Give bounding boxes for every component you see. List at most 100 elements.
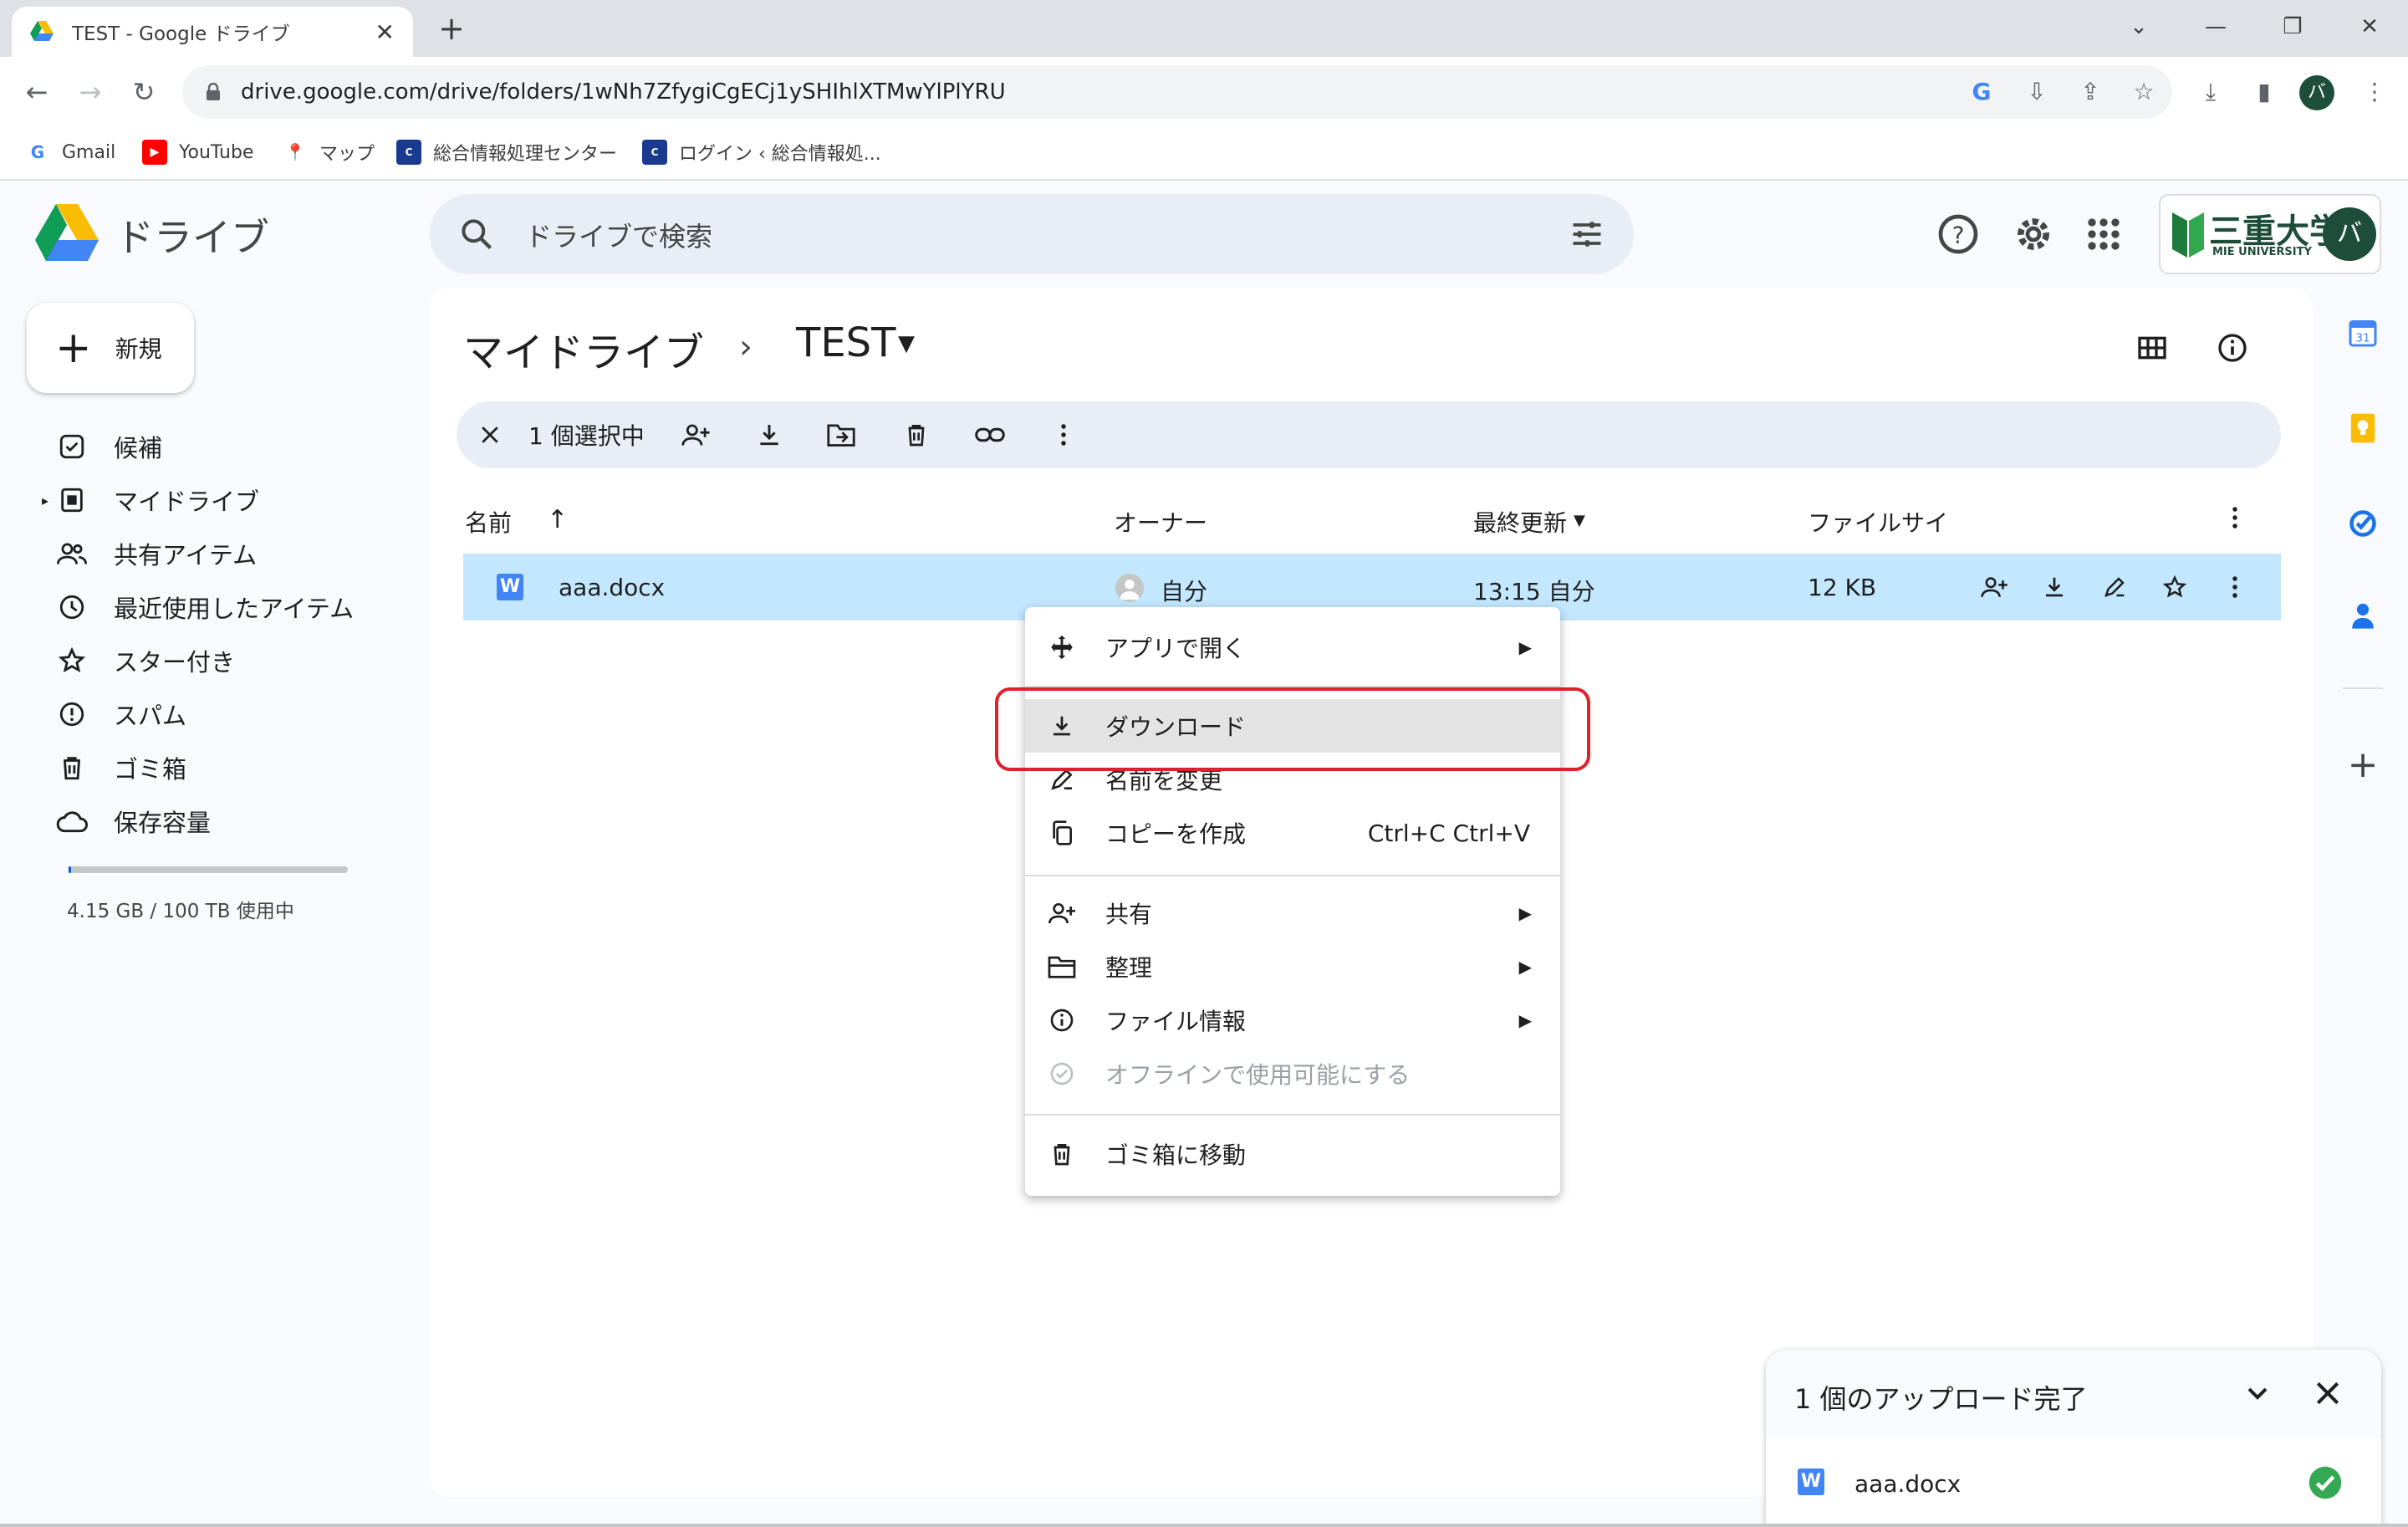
row-more-icon[interactable]	[2217, 569, 2252, 605]
tasks-icon[interactable]	[2344, 505, 2381, 542]
bookmark-maps[interactable]: 📍 マップ	[283, 137, 375, 167]
menu-shortcut: Ctrl+C Ctrl+V	[1367, 819, 1530, 847]
new-button[interactable]: + 新規	[27, 303, 194, 393]
bookmark-star-icon[interactable]: ☆	[2129, 77, 2159, 107]
help-icon[interactable]: ?	[1935, 211, 1982, 258]
tab-close-icon[interactable]: ✕	[375, 18, 395, 46]
modified-caret-icon[interactable]: ▼	[1574, 512, 1585, 529]
settings-gear-icon[interactable]	[2010, 211, 2057, 258]
downloads-icon[interactable]: ⤓	[2196, 77, 2226, 107]
search-placeholder: ドライブで検索	[525, 221, 713, 253]
menu-label: アプリで開く	[1105, 635, 1247, 662]
file-name[interactable]: aaa.docx	[559, 574, 665, 601]
drive-search-input[interactable]: ドライブで検索	[430, 194, 1634, 274]
side-panel-icon[interactable]: ▮	[2249, 77, 2279, 107]
copy-icon	[1045, 816, 1079, 850]
trash-icon[interactable]	[898, 416, 935, 453]
column-modified[interactable]: 最終更新	[1473, 505, 1567, 539]
bookmark-gmail[interactable]: G Gmail	[25, 137, 115, 167]
contacts-icon[interactable]	[2344, 597, 2381, 634]
move-icon[interactable]	[823, 416, 860, 453]
add-addon-icon[interactable]: +	[2344, 743, 2381, 786]
bookmark-youtube[interactable]: ▶ YouTube	[142, 137, 253, 167]
collapse-chevron-icon[interactable]	[2241, 1376, 2274, 1410]
apps-grid-icon[interactable]	[2080, 211, 2127, 258]
bookmark-login[interactable]: C ログイン ‹ 総合情報処...	[642, 137, 881, 167]
word-doc-icon: W	[1798, 1468, 1824, 1495]
calendar-icon[interactable]: 31	[2344, 314, 2381, 351]
account-avatar[interactable]: バ	[2323, 207, 2376, 261]
row-rename-icon[interactable]	[2097, 569, 2132, 605]
share-person-add-icon[interactable]	[677, 416, 714, 453]
back-button[interactable]: ←	[18, 74, 55, 110]
new-tab-button[interactable]: +	[435, 10, 468, 47]
selection-toolbar	[457, 401, 2281, 468]
nav-item-my-drive[interactable]: ▸ マイドライブ	[37, 477, 388, 523]
column-owner[interactable]: オーナー	[1114, 505, 1207, 539]
selection-count: 1 個選択中	[528, 422, 645, 450]
nav-item-spam[interactable]: スパム	[37, 691, 388, 738]
new-button-label: 新規	[115, 335, 162, 363]
menu-item-copy[interactable]: コピーを作成 Ctrl+C Ctrl+V	[1025, 806, 1560, 860]
breadcrumb-root[interactable]: マイドライブ	[463, 319, 704, 378]
chrome-menu-icon[interactable]: ⋮	[2360, 77, 2390, 107]
bookmark-label: 総合情報処理センター	[433, 144, 618, 165]
nav-item-starred[interactable]: スター付き	[37, 637, 388, 684]
more-actions-icon[interactable]	[1045, 416, 1082, 453]
uploaded-file-name[interactable]: aaa.docx	[1854, 1470, 1961, 1498]
bookmark-center[interactable]: C 総合情報処理センター	[396, 137, 617, 167]
row-star-icon[interactable]	[2157, 569, 2192, 605]
menu-item-organize[interactable]: 整理 ▶	[1025, 940, 1560, 993]
nav-item-shared[interactable]: 共有アイテム	[37, 530, 388, 577]
nav-item-recent[interactable]: 最近使用したアイテム	[37, 584, 388, 631]
menu-item-file-info[interactable]: ファイル情報 ▶	[1025, 993, 1560, 1047]
address-bar[interactable]: drive.google.com/drive/folders/1wNh7Zfyg…	[182, 65, 2172, 119]
tab-search-icon[interactable]: ⌄	[2115, 8, 2162, 45]
nav-item-suggested[interactable]: 候補	[37, 423, 388, 470]
nav-label: ゴミ箱	[114, 755, 187, 784]
share-icon	[1045, 896, 1079, 930]
close-window-button[interactable]: ✕	[2346, 8, 2393, 45]
clear-selection-icon[interactable]	[472, 416, 508, 453]
restore-button[interactable]: ❐	[2269, 8, 2316, 45]
folder-menu-caret-icon[interactable]: ▼	[898, 331, 915, 356]
forward-button[interactable]: →	[72, 74, 109, 110]
install-app-icon[interactable]: ⇩	[2022, 77, 2052, 107]
share-page-icon[interactable]: ⇪	[2075, 77, 2105, 107]
organize-icon	[1045, 950, 1079, 983]
nav-item-trash[interactable]: ゴミ箱	[37, 744, 388, 791]
menu-item-open-with[interactable]: アプリで開く ▶	[1025, 621, 1560, 674]
column-size[interactable]: ファイルサイ	[1808, 505, 1948, 539]
row-share-icon[interactable]	[1977, 569, 2012, 605]
drive-app-name[interactable]: ドライブ	[115, 207, 269, 263]
column-name[interactable]: 名前	[465, 505, 512, 539]
reload-button[interactable]: ↻	[125, 74, 162, 110]
sort-ascending-icon[interactable]: ↑	[547, 505, 568, 534]
search-options-icon[interactable]	[1569, 216, 1605, 253]
menu-item-share[interactable]: 共有 ▶	[1025, 886, 1560, 940]
close-upload-panel-icon[interactable]	[2311, 1376, 2344, 1410]
link-icon[interactable]	[972, 416, 1008, 453]
search-icon[interactable]	[458, 216, 495, 253]
details-info-icon[interactable]	[2216, 331, 2249, 365]
account-switcher[interactable]: 三重大学 MIE UNIVERSITY バ	[2159, 194, 2381, 274]
drive-logo-icon[interactable]	[35, 204, 99, 261]
expand-arrow-icon[interactable]: ▸	[42, 493, 48, 508]
download-icon[interactable]	[751, 416, 788, 453]
column-options-icon[interactable]	[2231, 505, 2239, 530]
minimize-button[interactable]: —	[2192, 8, 2239, 45]
google-lens-icon[interactable]: G	[1967, 77, 1997, 107]
bookmark-label: Gmail	[62, 141, 116, 163]
google-icon: G	[25, 140, 50, 165]
row-download-icon[interactable]	[2037, 569, 2072, 605]
plus-icon: +	[55, 323, 92, 373]
menu-item-move-to-trash[interactable]: ゴミ箱に移動	[1025, 1127, 1560, 1181]
nav-item-storage[interactable]: 保存容量	[37, 798, 388, 845]
rail-divider	[2343, 687, 2383, 689]
lock-icon	[206, 83, 221, 101]
keep-icon[interactable]	[2344, 410, 2381, 447]
browser-tab[interactable]: TEST - Google ドライブ ✕	[12, 7, 413, 57]
profile-avatar[interactable]: バ	[2299, 75, 2334, 110]
grid-view-icon[interactable]	[2135, 331, 2169, 365]
breadcrumb-current[interactable]: TEST	[796, 319, 895, 366]
